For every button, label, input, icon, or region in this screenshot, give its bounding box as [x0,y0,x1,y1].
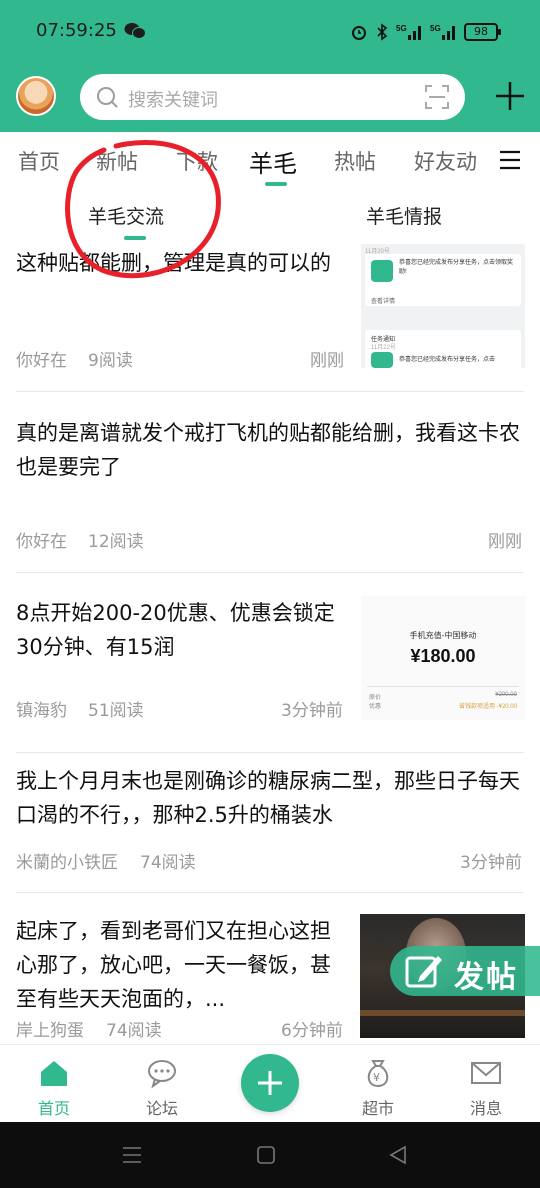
post-time: 3分钟前 [460,853,522,873]
post-title[interactable]: 8点开始200-20优惠、优惠会锁定30分钟、有15润 [16,596,346,664]
post-reads: 51阅读 [88,701,144,721]
signal-5g-icon-2: 5G [430,24,455,40]
thumb-card-text: 恭喜您已经完成发布分享任务，点击 [399,357,496,363]
status-time: 07:59:25 [36,20,117,41]
nav-market[interactable]: ¥ 超市 [333,1045,423,1123]
post-time: 刚刚 [310,351,344,371]
post-author[interactable]: 镇海豹 [16,696,67,721]
post-time: 6分钟前 [281,1021,343,1041]
home-button-icon[interactable] [256,1145,276,1165]
thumb-link: 查看详情 [371,299,396,305]
nav-label: 消息 [469,1099,502,1118]
signal-5g-icon: 5G [396,24,421,40]
user-avatar[interactable] [16,76,56,116]
thumb-card-date: 11月22号 [371,345,396,351]
system-nav-bar [0,1122,540,1188]
search-icon [97,87,118,108]
mail-icon [471,1062,501,1084]
thumb-text: 恭喜您已经完成发布分享任务，点击领取奖励! [399,260,514,275]
post-author[interactable]: 米蘭的小铁匠 [16,848,118,873]
wechat-notification-icon [124,23,146,39]
chat-bubble-icon [148,1060,176,1089]
divider [16,752,524,753]
post-author[interactable]: 你好在 [16,346,67,371]
recent-apps-icon[interactable] [122,1145,142,1165]
nav-label: 首页 [37,1099,70,1118]
nav-label: 论坛 [145,1099,178,1118]
post-author[interactable]: 你好在 [16,527,67,552]
new-post-label: 发帖 [454,960,518,995]
nav-home[interactable]: 首页 [9,1045,99,1123]
divider [16,892,524,893]
post-reads: 9阅读 [88,351,133,371]
thumb-row-label: 优惠 [369,704,382,710]
menu-icon[interactable] [498,150,522,170]
post-thumbnail[interactable]: 11月20号 恭喜您已经完成发布分享任务，点击领取奖励! 查看详情 任务通知 1… [361,244,525,368]
tab-friends[interactable]: 好友动 [414,146,480,176]
tab-hot[interactable]: 热帖 [334,146,376,176]
svg-text:5G: 5G [430,24,441,33]
thumb-row-value: ¥200.00 [495,692,517,698]
scan-icon[interactable] [424,84,450,110]
post-title[interactable]: 起床了，看到老哥们又在担心这担心那了，放心吧，一天一餐饭，甚至有些天天泡面的，.… [16,914,346,1016]
plus-icon [258,1071,282,1095]
divider [16,572,524,573]
nav-messages[interactable]: 消息 [441,1045,531,1123]
post-title[interactable]: 我上个月月末也是刚确诊的糖尿病二型，那些日子每天口渴的不行，，那种2.5升的桶装… [16,764,526,832]
money-bag-icon: ¥ [367,1060,389,1088]
post-reads: 12阅读 [88,532,144,552]
svg-text:5G: 5G [396,24,407,33]
post-thumbnail[interactable]: 手机充值-中国移动 ¥180.00 原价 ¥200.00 优惠 省钱款项适用 -… [361,596,525,720]
center-add-button[interactable] [241,1054,299,1112]
edit-icon [405,956,442,988]
search-placeholder: 搜索关键词 [128,90,218,111]
post-reads: 74阅读 [140,853,196,873]
thumb-price: ¥180.00 [410,646,476,666]
red-circle-annotation [65,140,221,279]
add-icon[interactable] [494,80,526,112]
home-icon [41,1061,67,1086]
svg-text:¥: ¥ [373,1071,380,1084]
battery-indicator: 98 [464,23,501,41]
post-author[interactable]: 岸上狗蛋 [16,1016,84,1041]
thumb-row-value: 省钱款项适用 -¥20.00 [458,704,517,710]
status-icons: 5G 5G 98 [350,20,501,44]
nav-label: 超市 [361,1099,394,1118]
post-time: 3分钟前 [281,701,343,721]
post-title[interactable]: 真的是离谱就发个戒打飞机的贴都能给删，我看这卡农也是要完了 [16,416,526,484]
tab-indicator [265,182,287,186]
thumb-row-label: 原价 [369,695,382,701]
bluetooth-icon [377,23,388,41]
post-reads: 74阅读 [106,1021,162,1041]
tab-wool[interactable]: 羊毛 [249,144,297,179]
thumb-heading: 手机充值-中国移动 [409,631,477,640]
alarm-icon [352,26,366,40]
post-time: 刚刚 [488,532,522,552]
subtab-wool-intel[interactable]: 羊毛情报 [366,202,442,229]
divider [16,391,524,392]
tab-home[interactable]: 首页 [18,146,60,176]
nav-forum[interactable]: 论坛 [117,1045,207,1123]
back-icon[interactable] [388,1145,408,1165]
